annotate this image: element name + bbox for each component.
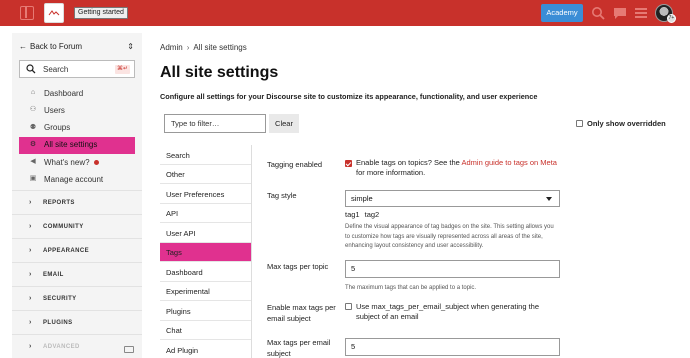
tagging-enabled-label: Tagging enabled: [267, 160, 323, 169]
chevron-right-icon: ›: [29, 343, 32, 350]
chevron-right-icon: ›: [29, 295, 32, 302]
admin-guide-link[interactable]: Admin guide to tags on Meta: [462, 158, 557, 167]
category-dashboard[interactable]: Dashboard: [160, 262, 251, 282]
getting-started-badge[interactable]: Getting started: [74, 7, 128, 19]
hamburger-menu-icon[interactable]: [634, 6, 648, 20]
max-tags-email-subject-input[interactable]: 5: [345, 338, 560, 356]
sidebar-item-whats-new[interactable]: ◀ What's new?: [12, 154, 142, 171]
arrow-left-icon: ←: [19, 42, 27, 51]
tagging-enabled-checkbox[interactable]: [345, 160, 352, 167]
breadcrumb-admin[interactable]: Admin: [160, 43, 183, 52]
max-tags-per-topic-help: The maximum tags that can be applied to …: [345, 285, 477, 291]
sidebar-item-all-site-settings[interactable]: ⚙ All site settings: [19, 136, 135, 155]
category-plugins[interactable]: Plugins: [160, 301, 251, 321]
users-icon: ⚇: [29, 106, 37, 114]
category-user-preferences[interactable]: User Preferences: [160, 184, 251, 204]
enable-max-tags-email-subject-label: Enable max tags per email subject: [267, 303, 336, 323]
sidebar-item-users[interactable]: ⚇ Users: [12, 102, 142, 119]
only-overridden-checkbox[interactable]: [576, 120, 583, 127]
only-show-overridden-toggle[interactable]: Only show overridden: [576, 119, 666, 128]
category-tags[interactable]: Tags: [160, 242, 251, 262]
breadcrumb: Admin › All site settings: [160, 43, 247, 52]
chevron-right-icon: ›: [29, 319, 32, 326]
chat-icon[interactable]: [613, 6, 627, 20]
search-icon: [26, 64, 36, 74]
max-tags-email-subject-label: Max tags per email subject: [267, 338, 331, 358]
groups-icon: ⚉: [29, 123, 37, 131]
collapse-sections-icon[interactable]: ⇕: [127, 42, 134, 51]
sidebar-section-appearance[interactable]: › APPEARANCE: [12, 238, 142, 262]
notification-badge: 7+: [667, 14, 676, 23]
search-icon[interactable]: [591, 6, 605, 20]
academy-button[interactable]: Academy: [541, 4, 583, 22]
chevron-right-icon: ›: [29, 247, 32, 254]
enable-max-tags-email-subject-description: Use max_tags_per_email_subject when gene…: [356, 302, 540, 321]
only-overridden-label: Only show overridden: [587, 119, 666, 128]
sidebar-item-dashboard[interactable]: ⌂ Dashboard: [12, 85, 142, 102]
clear-button[interactable]: Clear: [269, 114, 299, 133]
chevron-right-icon: ›: [186, 43, 190, 52]
tagging-enabled-description: Enable tags on topics? See the Admin gui…: [356, 158, 557, 177]
category-chat[interactable]: Chat: [160, 321, 251, 340]
sidebar-section-community[interactable]: › COMMUNITY: [12, 214, 142, 238]
admin-sidebar: ← Back to Forum ⇕ Search ⌘↵ ⌂ Dashboard ⚇…: [12, 33, 142, 358]
page-description: Configure all settings for your Discours…: [160, 92, 538, 101]
site-logo[interactable]: [44, 3, 64, 23]
back-to-forum-link[interactable]: ← Back to Forum: [19, 42, 82, 51]
whats-new-label: What's new?: [44, 157, 90, 167]
preview-tag: tag2: [364, 210, 380, 219]
sidebar-search[interactable]: Search ⌘↵: [19, 60, 135, 78]
tag-style-preview: tag1 tag2: [345, 210, 384, 219]
sidebar-section-plugins[interactable]: › PLUGINS: [12, 310, 142, 334]
keyboard-shortcut-badge: ⌘↵: [114, 65, 130, 74]
breadcrumb-current: All site settings: [193, 43, 247, 52]
chevron-right-icon: ›: [29, 271, 32, 278]
category-other[interactable]: Other: [160, 165, 251, 184]
megaphone-icon: ◀: [30, 158, 36, 166]
filter-input[interactable]: [164, 114, 266, 133]
caret-down-icon: [546, 197, 552, 201]
tag-style-help: Define the visual appearance of tag badg…: [345, 224, 554, 249]
keyboard-icon[interactable]: [124, 346, 134, 353]
chevron-right-icon: ›: [29, 199, 32, 206]
enable-max-tags-email-subject-checkbox[interactable]: [345, 303, 352, 310]
chevron-right-icon: ›: [29, 223, 32, 230]
category-experimental[interactable]: Experimental: [160, 282, 251, 301]
gear-icon: ⚙: [29, 140, 37, 148]
sidebar-search-label: Search: [43, 65, 69, 74]
top-header: Getting started Academy 7+: [0, 0, 690, 26]
settings-category-list: Search Other User Preferences API User A…: [160, 145, 252, 358]
sidebar-item-manage-account[interactable]: ▣ Manage account: [12, 171, 142, 188]
preview-tag: tag1: [345, 210, 360, 219]
tag-style-select[interactable]: simple: [345, 190, 560, 207]
account-icon: ▣: [29, 175, 37, 183]
unread-dot: [93, 160, 99, 166]
max-tags-per-topic-label: Max tags per topic: [267, 262, 329, 271]
sidebar-toggle-icon[interactable]: [20, 6, 34, 20]
category-api[interactable]: API: [160, 204, 251, 223]
sidebar-item-groups[interactable]: ⚉ Groups: [12, 120, 142, 137]
home-icon: ⌂: [30, 89, 36, 96]
category-ad-plugin[interactable]: Ad Plugin: [160, 340, 251, 358]
sidebar-section-email[interactable]: › EMAIL: [12, 262, 142, 286]
sidebar-section-reports[interactable]: › REPORTS: [12, 190, 142, 214]
sidebar-sections: › REPORTS › COMMUNITY › APPEARANCE › EMAIL ›…: [12, 190, 142, 358]
sidebar-nav: ⌂ Dashboard ⚇ Users ⚉ Groups ⚙ All site …: [12, 85, 142, 189]
category-user-api[interactable]: User API: [160, 223, 251, 243]
sidebar-section-security[interactable]: › SECURITY: [12, 286, 142, 310]
max-tags-per-topic-input[interactable]: 5: [345, 260, 560, 278]
sidebar-section-advanced[interactable]: › ADVANCED: [12, 334, 142, 358]
tag-style-label: Tag style: [267, 191, 297, 200]
page-title: All site settings: [160, 64, 279, 81]
tag-style-value: simple: [351, 194, 373, 203]
category-search[interactable]: Search: [160, 145, 251, 165]
